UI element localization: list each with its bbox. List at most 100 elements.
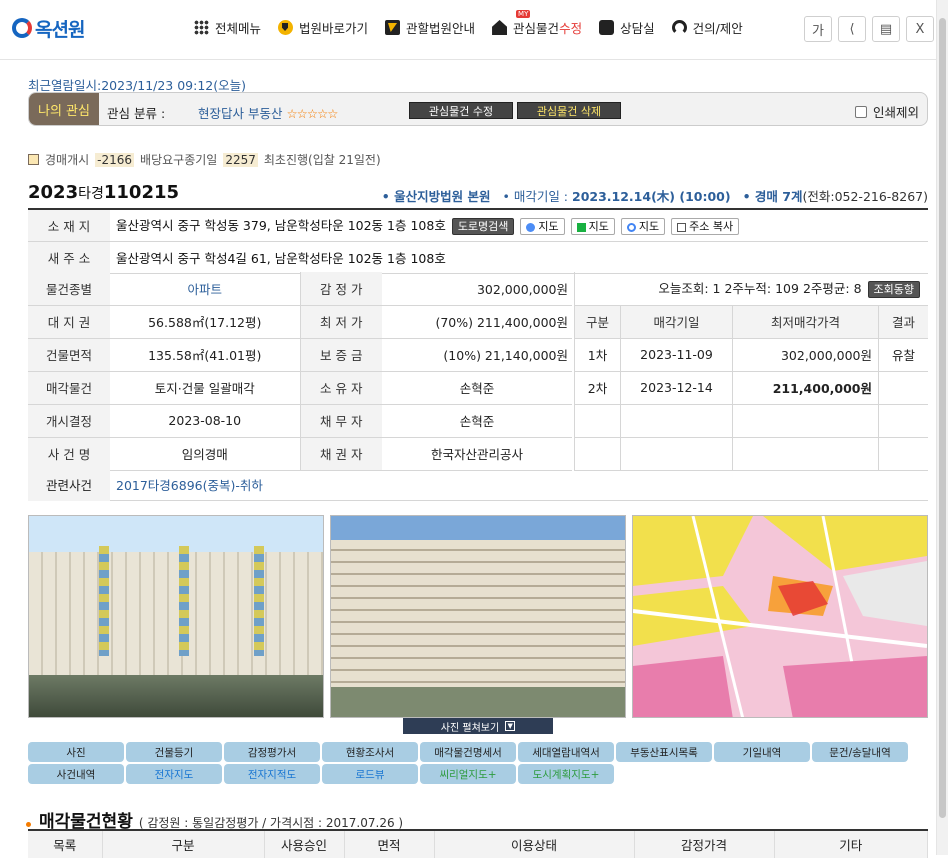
chevron-down-icon: ▼	[505, 721, 516, 731]
road-search-button[interactable]: 도로명검색	[451, 218, 515, 236]
price-cell: 211,400,000원	[732, 371, 879, 405]
col-header: 면적	[344, 830, 435, 858]
favorite-delete-button[interactable]: 관심물건 삭제	[517, 102, 621, 119]
info-value: 56.588㎡(17.12평)	[110, 305, 300, 339]
photo-apartment-1[interactable]	[28, 515, 324, 718]
history-row: 1차 2023-11-09 302,000,000원 유찰	[574, 338, 928, 372]
chat-icon	[599, 20, 615, 35]
grid-icon	[194, 20, 209, 35]
tab-property-list[interactable]: 부동산표시목록	[616, 742, 712, 762]
favorite-edit-button[interactable]: 관심물건 수정	[409, 102, 513, 119]
tab-household[interactable]: 세대열람내역서	[518, 742, 614, 762]
auction-start-value: -2166	[95, 152, 135, 167]
tab-urban-plan-map[interactable]: 도시계획지도+	[518, 764, 614, 784]
auction-start-label: 경매개시	[45, 153, 90, 167]
my-badge: MY	[516, 10, 531, 18]
tab-case-history[interactable]: 사건내역	[28, 764, 124, 784]
case-info: • 울산지방법원 본원 • 매각기일 : 2023.12.14(木) (10:0…	[382, 186, 928, 205]
related-case-row: 관련사건 2017타경6896(중복)-취하	[28, 468, 928, 501]
naver-icon	[576, 222, 586, 232]
tab-e-map[interactable]: 전자지도	[126, 764, 222, 784]
print-exclude-checkbox[interactable]	[854, 105, 867, 118]
tab-cadastral-map[interactable]: 전자지적도	[224, 764, 320, 784]
close-button[interactable]: X	[906, 16, 934, 42]
info-value: 135.58㎡(41.01평)	[110, 338, 300, 372]
tab-date-history[interactable]: 기일내역	[714, 742, 810, 762]
related-case-link[interactable]: 2017타경6896(중복)-취하	[110, 475, 263, 494]
print-button[interactable]: ▤	[872, 16, 900, 42]
status-line: 경매개시 -2166 배당요구종기일 2257 최초진행(입찰 21일전)	[28, 151, 381, 168]
tab-documents[interactable]: 문건/송달내역	[812, 742, 908, 762]
new-address-label: 새 주 소	[28, 241, 110, 274]
tab-serial-map[interactable]: 씨리얼지도+	[420, 764, 516, 784]
logo-icon	[12, 18, 32, 38]
address-value-cell: 울산광역시 중구 학성동 379, 남운학성타운 102동 1층 108호 도로…	[110, 209, 928, 242]
tab-photo[interactable]: 사진	[28, 742, 124, 762]
tab-sale-statement[interactable]: 매각물건명세서	[420, 742, 516, 762]
note-icon	[385, 20, 401, 35]
case-year: 2023	[28, 182, 79, 203]
nav-label-main: 관심물건	[513, 21, 560, 36]
share-icon: ⟨	[849, 21, 855, 37]
info-label: 채 무 자	[299, 404, 382, 438]
nav-all-menu[interactable]: 전체메뉴	[194, 18, 261, 37]
naver-map-label: 지도	[588, 220, 609, 234]
result-cell: 유찰	[878, 338, 928, 372]
photo-map[interactable]	[632, 515, 928, 718]
col-header: 매각기일	[620, 305, 733, 339]
nav-court-link[interactable]: 법원바로가기	[278, 18, 368, 37]
photo-expand-toggle[interactable]: 사진 펼쳐보기 ▼	[403, 718, 553, 734]
info-label: 물건종별	[28, 272, 110, 306]
tab-roadview[interactable]: 로드뷰	[322, 764, 418, 784]
nav-court-guide[interactable]: 관할법원안내	[385, 18, 475, 37]
google-map-button[interactable]: 지도	[620, 218, 666, 236]
favorite-label: 관심 분류 :	[107, 106, 166, 121]
view-count: 오늘조회: 1 2주누적: 109 2주평균: 8	[658, 281, 862, 297]
star-rating[interactable]: ☆☆☆☆☆	[286, 106, 338, 121]
view-trend-button[interactable]: 조회동향	[867, 281, 920, 299]
top-nav: 전체메뉴 법원바로가기 관할법원안내 MY 관심물건수정 상담실 건의/제안	[194, 10, 743, 37]
case-header: 2023타경110215 • 울산지방법원 본원 • 매각기일 : 2023.1…	[28, 182, 928, 206]
copy-address-button[interactable]: 주소 복사	[671, 218, 740, 236]
scrollbar-thumb[interactable]	[939, 18, 946, 818]
nav-consult[interactable]: 상담실	[599, 18, 655, 37]
font-size-button[interactable]: 가	[804, 16, 832, 42]
sale-history-table: 오늘조회: 1 2주누적: 109 2주평균: 8 조회동향 구분 매각기일 최…	[574, 272, 928, 471]
photo-gallery	[28, 515, 928, 718]
naver-map-button[interactable]: 지도	[570, 218, 615, 236]
court-icon	[278, 20, 294, 35]
tab-building-registry[interactable]: 건물등기	[126, 742, 222, 762]
nav-label-accent: 수정	[559, 21, 583, 36]
daum-map-label: 지도	[538, 220, 559, 234]
info-value[interactable]: 아파트	[110, 272, 300, 306]
view-count-row: 오늘조회: 1 2주누적: 109 2주평균: 8 조회동향	[574, 272, 928, 306]
favorite-category[interactable]: 현장답사 부동산 ☆☆☆☆☆	[198, 103, 339, 122]
share-button[interactable]: ⟨	[838, 16, 866, 42]
logo[interactable]: 옥션원	[12, 15, 85, 41]
nav-suggest[interactable]: 건의/제안	[671, 18, 743, 37]
dept-phone: (전화:052-216-8267)	[802, 189, 928, 204]
view-count-cell: 오늘조회: 1 2주누적: 109 2주평균: 8 조회동향	[574, 272, 928, 306]
info-label: 개시결정	[28, 404, 110, 438]
court-name[interactable]: • 울산지방법원 본원	[382, 186, 491, 205]
scrollbar[interactable]	[936, 0, 948, 855]
info-label: 사 건 명	[28, 437, 110, 471]
photo-expand-label: 사진 펼쳐보기	[440, 722, 500, 734]
info-row: 대 지 권 56.588㎡(17.12평) 최 저 가 (70%) 211,400,0…	[28, 305, 572, 339]
info-value: 손혁준	[382, 404, 572, 438]
facade-stripe	[99, 546, 109, 656]
nav-favorites-edit[interactable]: MY 관심물건수정	[492, 10, 583, 37]
daum-map-button[interactable]: 지도	[520, 218, 565, 236]
zoning-map-graphic	[633, 516, 927, 717]
print-exclude-option[interactable]: 인쇄제외	[854, 102, 919, 121]
tab-appraisal[interactable]: 감정평가서	[224, 742, 320, 762]
address-label: 소 재 지	[28, 209, 110, 242]
info-value: 한국자산관리공사	[382, 437, 572, 471]
col-header: 사용승인	[264, 830, 345, 858]
photo-apartment-2[interactable]	[330, 515, 626, 718]
print-icon: ▤	[879, 21, 893, 37]
sale-date-value: 2023.12.14(木) (10:00)	[572, 189, 731, 204]
tab-survey[interactable]: 현황조사서	[322, 742, 418, 762]
property-info-table: 물건종별 아파트 감 정 가 302,000,000원 대 지 권 56.588㎡(17…	[28, 272, 572, 471]
info-label: 소 유 자	[299, 371, 382, 405]
